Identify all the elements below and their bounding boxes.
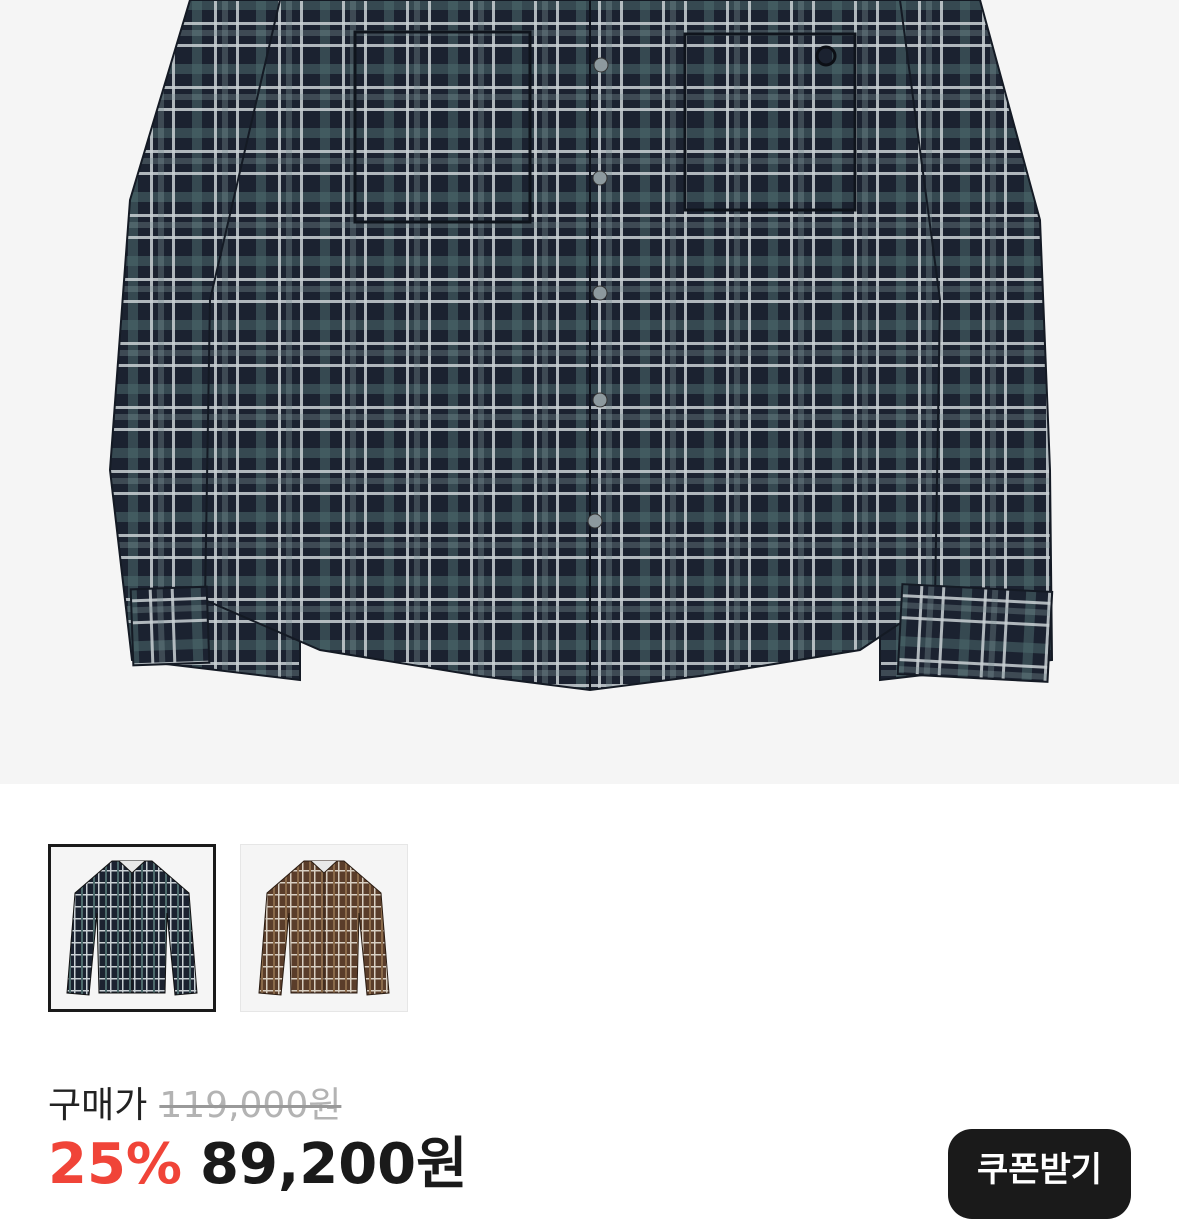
price-label: 구매가: [48, 1085, 148, 1126]
sale-price: 89,200원: [200, 1132, 468, 1197]
price-label-row: 구매가 119,000원: [48, 1084, 341, 1128]
product-hero-image[interactable]: [0, 0, 1179, 784]
thumbnail-list: [48, 844, 408, 1012]
sale-price-row: 25% 89,200원: [48, 1130, 468, 1200]
discount-rate: 25%: [48, 1132, 183, 1197]
navy-plaid-shirt-thumbnail[interactable]: [48, 844, 216, 1012]
coupon-button[interactable]: 쿠폰받기: [948, 1129, 1131, 1219]
brown-shirt-thumbnail-image: [258, 860, 390, 996]
original-price: 119,000원: [159, 1085, 342, 1126]
brown-plaid-shirt-thumbnail[interactable]: [240, 844, 408, 1012]
plaid-shirt-illustration: [108, 0, 1054, 692]
navy-shirt-thumbnail-image: [66, 860, 198, 996]
